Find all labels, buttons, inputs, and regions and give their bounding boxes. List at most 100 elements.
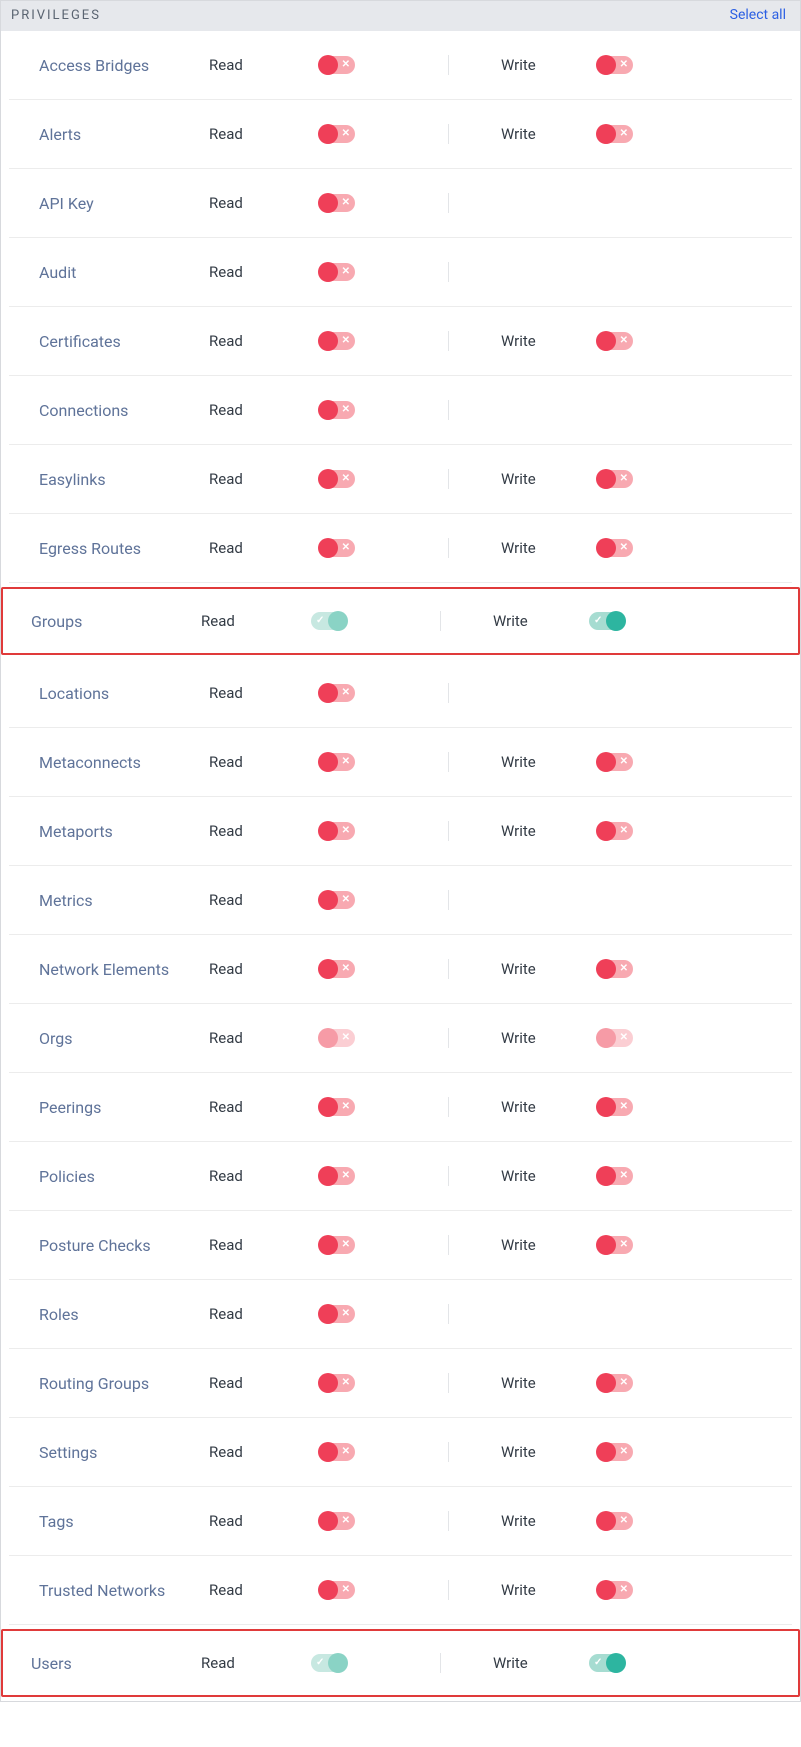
privilege-name[interactable]: Locations (39, 684, 209, 703)
privilege-name[interactable]: Settings (39, 1443, 209, 1462)
read-toggle[interactable]: ✓ (311, 1654, 347, 1672)
privilege-name[interactable]: Metrics (39, 891, 209, 910)
privilege-name[interactable]: Posture Checks (39, 1236, 209, 1255)
privilege-name[interactable]: Trusted Networks (39, 1581, 209, 1600)
read-toggle[interactable]: ✕ (319, 401, 355, 419)
write-toggle[interactable]: ✕ (597, 1029, 633, 1047)
read-toggle[interactable]: ✕ (319, 194, 355, 212)
read-label: Read (209, 1305, 319, 1323)
x-icon: ✕ (620, 1033, 628, 1043)
column-divider (419, 469, 477, 489)
write-toggle[interactable]: ✕ (597, 822, 633, 840)
write-toggle-knob (596, 1097, 616, 1117)
write-toggle[interactable]: ✕ (597, 56, 633, 74)
read-toggle[interactable]: ✕ (319, 56, 355, 74)
privilege-name[interactable]: Roles (39, 1305, 209, 1324)
privilege-name[interactable]: Network Elements (39, 960, 209, 979)
x-icon: ✕ (342, 1240, 350, 1250)
x-icon: ✕ (342, 405, 350, 415)
read-toggle[interactable]: ✕ (319, 1167, 355, 1185)
read-toggle[interactable]: ✕ (319, 1443, 355, 1461)
privilege-name[interactable]: Easylinks (39, 470, 209, 489)
privilege-name[interactable]: Certificates (39, 332, 209, 351)
divider-line (448, 1235, 449, 1255)
column-divider (419, 1442, 477, 1462)
read-toggle-cell: ✓ (311, 612, 411, 630)
write-toggle[interactable]: ✕ (597, 1098, 633, 1116)
write-toggle-knob (596, 1373, 616, 1393)
privileges-title: PRIVILEGES (11, 8, 101, 23)
x-icon: ✕ (342, 129, 350, 139)
privilege-row: RolesRead✕ (9, 1280, 792, 1349)
write-toggle[interactable]: ✕ (597, 753, 633, 771)
privilege-row: GroupsRead✓Write✓ (1, 587, 800, 655)
write-toggle[interactable]: ✕ (597, 1512, 633, 1530)
write-toggle[interactable]: ✕ (597, 470, 633, 488)
read-toggle[interactable]: ✕ (319, 125, 355, 143)
read-toggle[interactable]: ✕ (319, 753, 355, 771)
read-toggle[interactable]: ✕ (319, 1098, 355, 1116)
write-toggle-cell: ✕ (597, 125, 677, 143)
x-icon: ✕ (342, 964, 350, 974)
read-toggle[interactable]: ✕ (319, 891, 355, 909)
read-toggle[interactable]: ✓ (311, 612, 347, 630)
privilege-name[interactable]: Metaports (39, 822, 209, 841)
write-toggle[interactable]: ✓ (589, 612, 625, 630)
privilege-name[interactable]: Access Bridges (39, 56, 209, 75)
privilege-name[interactable]: Orgs (39, 1029, 209, 1048)
write-toggle[interactable]: ✕ (597, 1236, 633, 1254)
privilege-name[interactable]: Tags (39, 1512, 209, 1531)
read-toggle[interactable]: ✕ (319, 822, 355, 840)
write-toggle[interactable]: ✕ (597, 1167, 633, 1185)
write-toggle[interactable]: ✕ (597, 539, 633, 557)
write-toggle[interactable]: ✕ (597, 1581, 633, 1599)
select-all-link[interactable]: Select all (730, 7, 786, 23)
privilege-name[interactable]: API Key (39, 194, 209, 213)
read-toggle[interactable]: ✕ (319, 1374, 355, 1392)
read-toggle-knob (318, 1304, 338, 1324)
privilege-name[interactable]: Peerings (39, 1098, 209, 1117)
read-toggle[interactable]: ✕ (319, 332, 355, 350)
write-toggle[interactable]: ✕ (597, 332, 633, 350)
privilege-name[interactable]: Alerts (39, 125, 209, 144)
read-toggle[interactable]: ✕ (319, 684, 355, 702)
column-divider (419, 1304, 477, 1324)
read-toggle[interactable]: ✕ (319, 960, 355, 978)
read-toggle-cell: ✕ (319, 891, 419, 909)
read-toggle[interactable]: ✕ (319, 1512, 355, 1530)
write-toggle[interactable]: ✕ (597, 125, 633, 143)
x-icon: ✕ (342, 336, 350, 346)
privileges-panel: PRIVILEGES Select all Access Bridges Read… (0, 0, 801, 1702)
write-toggle[interactable]: ✕ (597, 1443, 633, 1461)
read-toggle[interactable]: ✕ (319, 539, 355, 557)
read-toggle[interactable]: ✕ (319, 1029, 355, 1047)
privilege-name[interactable]: Audit (39, 263, 209, 282)
privilege-name[interactable]: Egress Routes (39, 539, 209, 558)
privilege-name[interactable]: Routing Groups (39, 1374, 209, 1393)
read-toggle-knob (318, 752, 338, 772)
read-toggle[interactable]: ✕ (319, 1236, 355, 1254)
privilege-name[interactable]: Users (31, 1654, 201, 1673)
column-divider (419, 1235, 477, 1255)
divider-line (448, 538, 449, 558)
x-icon: ✕ (342, 1516, 350, 1526)
read-toggle-cell: ✕ (319, 332, 419, 350)
privilege-name[interactable]: Metaconnects (39, 753, 209, 772)
read-label: Read (201, 1654, 311, 1672)
write-toggle[interactable]: ✕ (597, 960, 633, 978)
read-label: Read (201, 612, 311, 630)
read-toggle[interactable]: ✕ (319, 263, 355, 281)
write-toggle[interactable]: ✕ (597, 1374, 633, 1392)
privilege-name[interactable]: Connections (39, 401, 209, 420)
x-icon: ✕ (620, 757, 628, 767)
read-toggle[interactable]: ✕ (319, 1305, 355, 1323)
read-toggle[interactable]: ✕ (319, 470, 355, 488)
privilege-name[interactable]: Groups (31, 612, 201, 631)
write-toggle-knob (596, 959, 616, 979)
read-toggle-knob (318, 331, 338, 351)
privilege-row: Posture ChecksRead✕Write✕ (9, 1211, 792, 1280)
write-toggle[interactable]: ✓ (589, 1654, 625, 1672)
x-icon: ✕ (342, 267, 350, 277)
privilege-name[interactable]: Policies (39, 1167, 209, 1186)
read-toggle[interactable]: ✕ (319, 1581, 355, 1599)
